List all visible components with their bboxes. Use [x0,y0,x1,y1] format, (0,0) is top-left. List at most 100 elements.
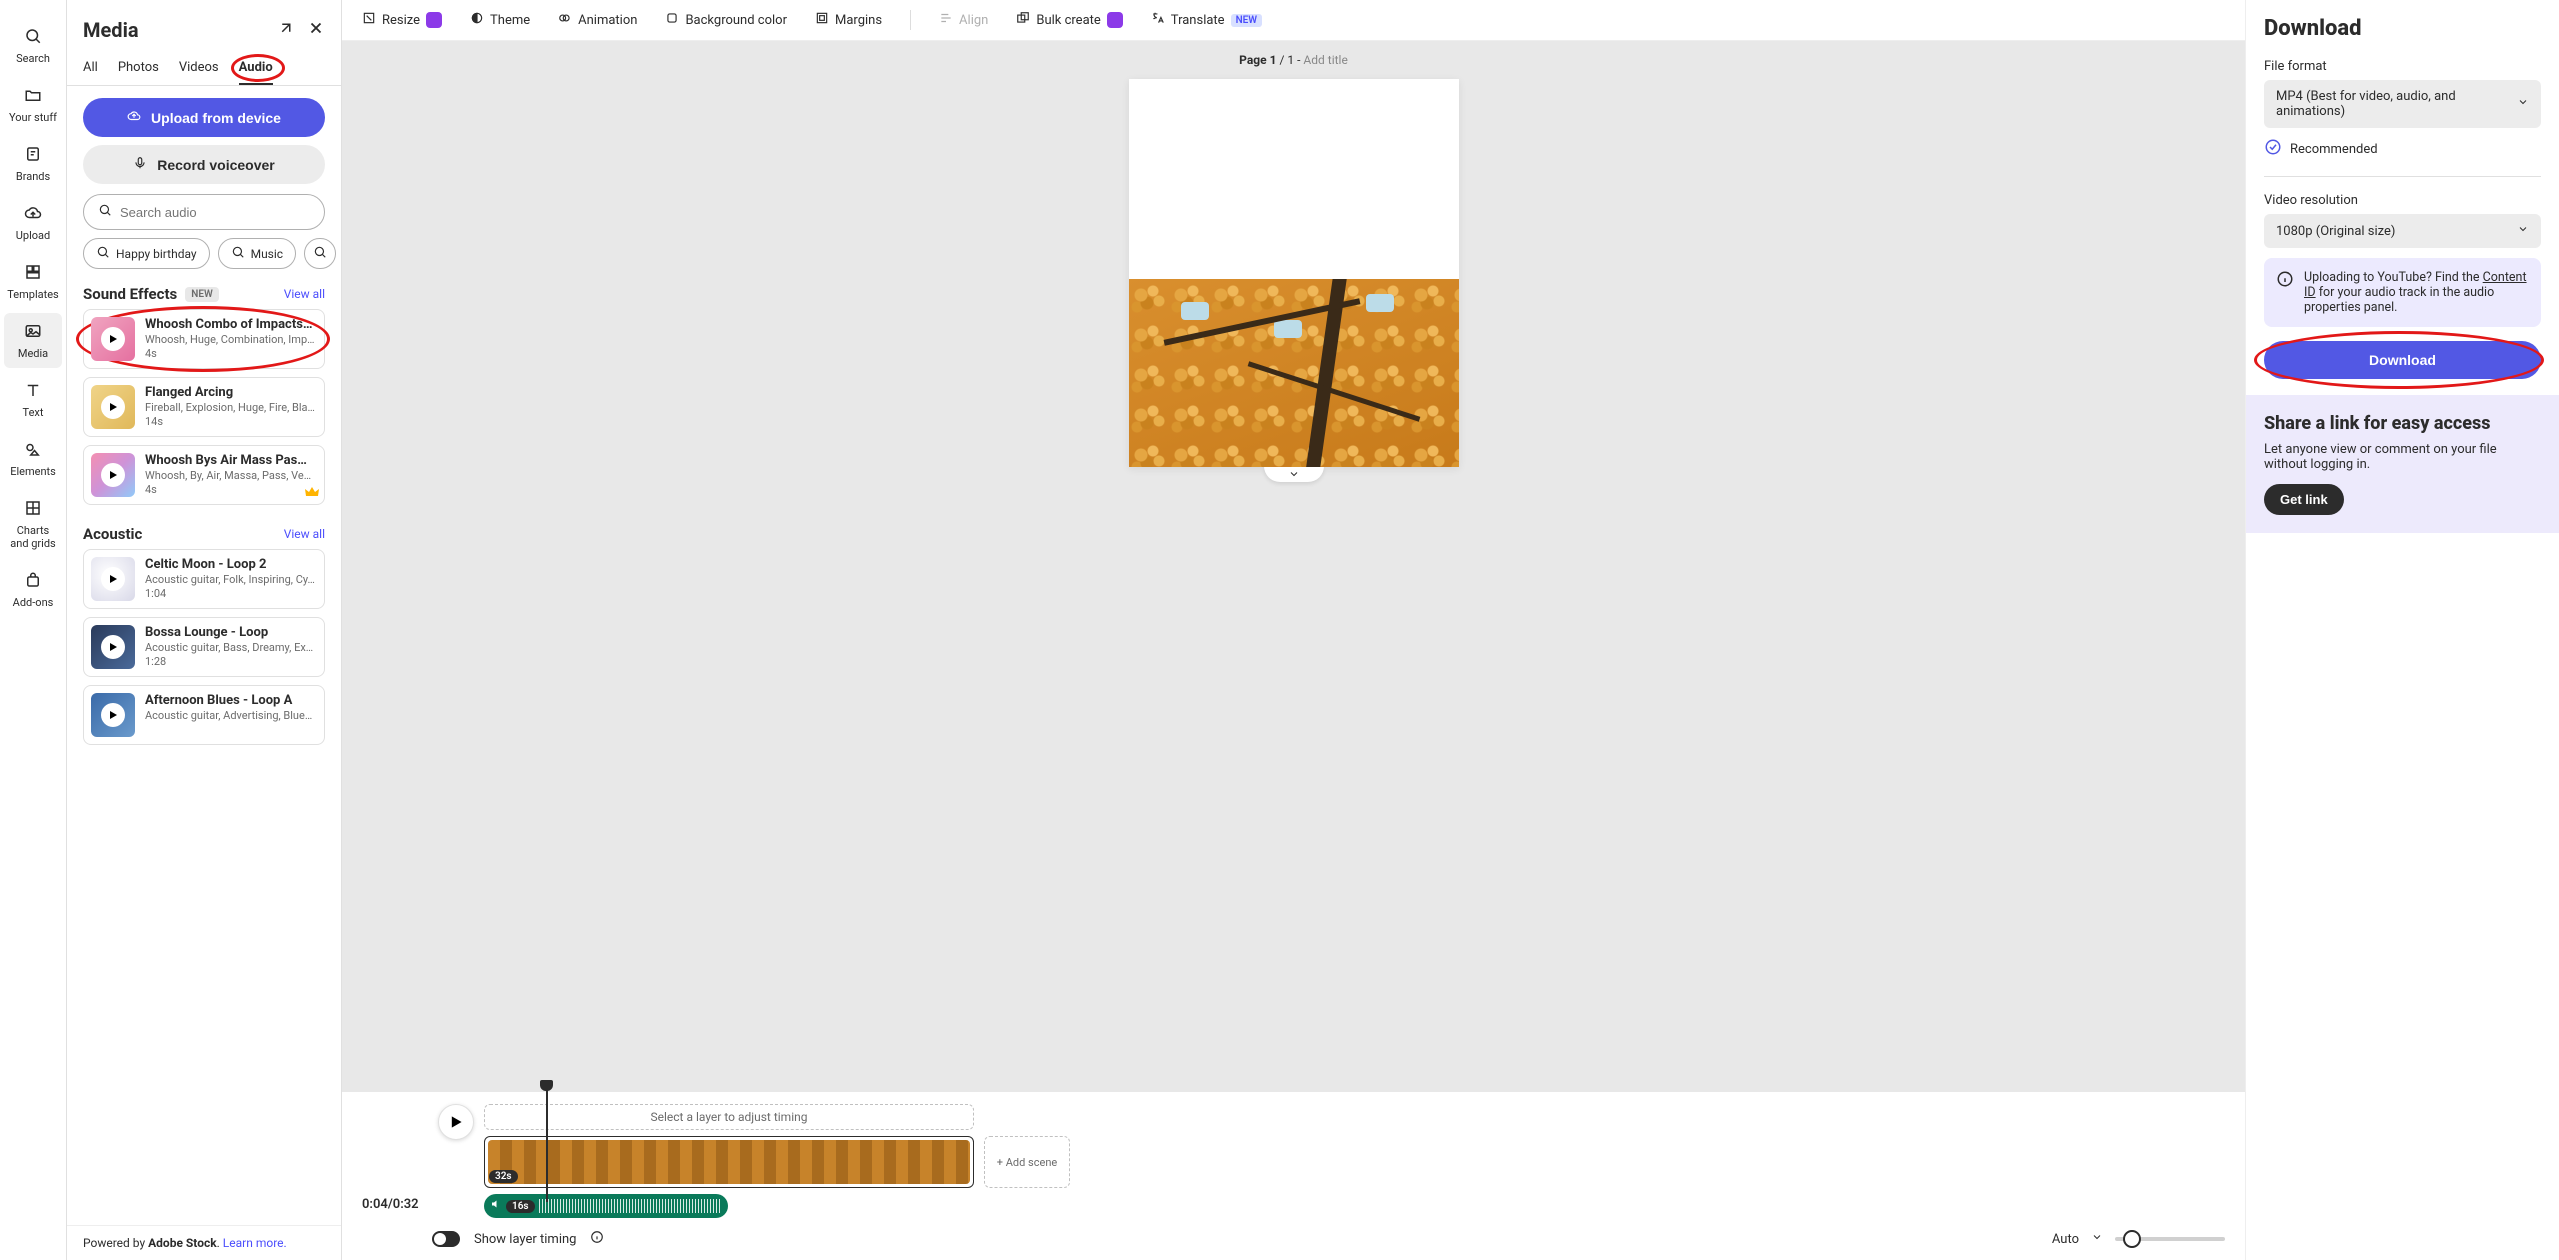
rail-upload-label: Upload [16,229,50,242]
audio-item[interactable]: Bossa Lounge - Loop Acoustic guitar, Bas… [83,617,325,677]
tool-align: Align [939,11,988,29]
format-select[interactable]: MP4 (Best for video, audio, and animatio… [2264,80,2541,128]
audio-item[interactable]: Celtic Moon - Loop 2 Acoustic guitar, Fo… [83,549,325,609]
rail-your-stuff[interactable]: Your stuff [4,77,62,132]
resolution-select[interactable]: 1080p (Original size) [2264,214,2541,248]
animation-icon [558,11,572,29]
audio-duration: 4s [145,483,317,496]
show-layer-label: Show layer timing [474,1232,576,1247]
media-title: Media [83,18,139,42]
tool-animation[interactable]: Animation [558,11,637,29]
audio-title: Whoosh Bys Air Mass Pas… [145,453,317,468]
chip-label: Happy birthday [116,247,197,261]
page-blank-area [1129,79,1459,279]
audio-item[interactable]: Afternoon Blues - Loop A Acoustic guitar… [83,685,325,745]
play-icon[interactable] [101,703,125,727]
tab-videos[interactable]: Videos [179,52,219,85]
media-panel: Media All Photos Videos Audio Upload fro… [67,0,342,1260]
rail-text-label: Text [23,406,44,419]
audio-thumb [91,625,135,669]
share-title: Share a link for easy access [2264,413,2541,434]
acoustic-view-all[interactable]: View all [284,527,325,541]
tool-theme[interactable]: Theme [470,11,530,29]
tool-translate[interactable]: TranslateNEW [1151,11,1262,29]
audio-tags: Fireball, Explosion, Huge, Fire, Bla… [145,401,317,414]
tab-photos[interactable]: Photos [118,52,159,85]
play-icon[interactable] [101,567,125,591]
audio-thumb [91,385,135,429]
rail-templates[interactable]: Templates [4,254,62,309]
playhead[interactable] [546,1086,548,1202]
chip-music[interactable]: Music [218,238,296,269]
info-icon[interactable] [590,1230,604,1248]
tool-bulk-create[interactable]: Bulk create [1016,11,1122,29]
rail-charts[interactable]: Charts and grids [4,490,62,558]
learn-more-link[interactable]: Learn more. [223,1236,287,1250]
resolution-label: Video resolution [2264,193,2541,208]
tool-resize[interactable]: Resize [362,11,442,29]
audio-thumb [91,693,135,737]
chip-happy-birthday[interactable]: Happy birthday [83,238,210,269]
download-button[interactable]: Download [2264,341,2541,379]
zoom-auto-label[interactable]: Auto [2052,1232,2079,1247]
tool-margins[interactable]: Margins [815,11,882,29]
rail-search[interactable]: Search [4,18,62,73]
rail-brands-label: Brands [16,170,50,183]
rail-elements[interactable]: Elements [4,431,62,486]
chip-more[interactable] [304,238,336,269]
close-icon[interactable] [307,19,325,41]
record-voiceover-button[interactable]: Record voiceover [83,145,325,184]
sfx-view-all[interactable]: View all [284,287,325,301]
audio-tags: Acoustic guitar, Advertising, Blues,… [145,709,317,722]
rail-search-label: Search [16,52,50,65]
premium-icon [1107,12,1123,28]
audio-thumb [91,453,135,497]
rail-text[interactable]: Text [4,372,62,427]
chip-label: Music [251,247,283,261]
rail-brands[interactable]: Brands [4,136,62,191]
zoom-slider[interactable] [2115,1237,2225,1241]
check-circle-icon [2264,138,2282,160]
rail-addons[interactable]: Add-ons [4,562,62,617]
text-icon [23,380,43,400]
play-icon[interactable] [101,395,125,419]
upload-from-device-button[interactable]: Upload from device [83,98,325,137]
audio-tags: Whoosh, Huge, Combination, Imp… [145,333,317,346]
search-icon [231,245,245,262]
tab-all[interactable]: All [83,52,98,85]
download-title: Download [2264,16,2541,41]
design-page[interactable] [1129,79,1459,467]
layer-hint: Select a layer to adjust timing [484,1104,974,1130]
tab-audio-label: Audio [239,60,273,75]
cloud-upload-icon [23,203,43,223]
audio-duration: 4s [145,347,317,360]
audio-title: Celtic Moon - Loop 2 [145,557,317,572]
audio-search-field[interactable] [120,205,310,220]
get-link-button[interactable]: Get link [2264,484,2344,515]
expand-icon[interactable] [277,19,295,41]
rail-upload[interactable]: Upload [4,195,62,250]
add-scene-button[interactable]: + Add scene [984,1136,1070,1188]
collapse-handle[interactable] [1264,466,1324,482]
video-track[interactable]: 32s [484,1136,974,1188]
play-icon[interactable] [101,327,125,351]
play-icon[interactable] [101,635,125,659]
audio-item[interactable]: Whoosh Bys Air Mass Pas… Whoosh, By, Air… [83,445,325,505]
rail-your-stuff-label: Your stuff [9,111,57,124]
rail-media[interactable]: Media [4,313,62,368]
audio-speaker-icon [490,1198,502,1214]
tool-bg-color[interactable]: Background color [665,11,787,29]
play-icon[interactable] [101,463,125,487]
audio-item[interactable]: Flanged Arcing Fireball, Explosion, Huge… [83,377,325,437]
audio-track[interactable]: 16s [484,1194,728,1218]
chevron-down-icon[interactable] [2091,1231,2103,1247]
mic-icon [133,156,147,173]
play-button[interactable] [438,1104,474,1140]
page-image[interactable] [1129,279,1459,467]
layer-timing-toggle[interactable] [432,1231,460,1247]
audio-item[interactable]: Whoosh Combo of Impacts… Whoosh, Huge, C… [83,309,325,369]
tab-audio[interactable]: Audio [239,52,273,85]
format-label: File format [2264,59,2541,74]
add-title-link[interactable]: Add title [1303,53,1347,67]
audio-search-input[interactable] [83,194,325,230]
